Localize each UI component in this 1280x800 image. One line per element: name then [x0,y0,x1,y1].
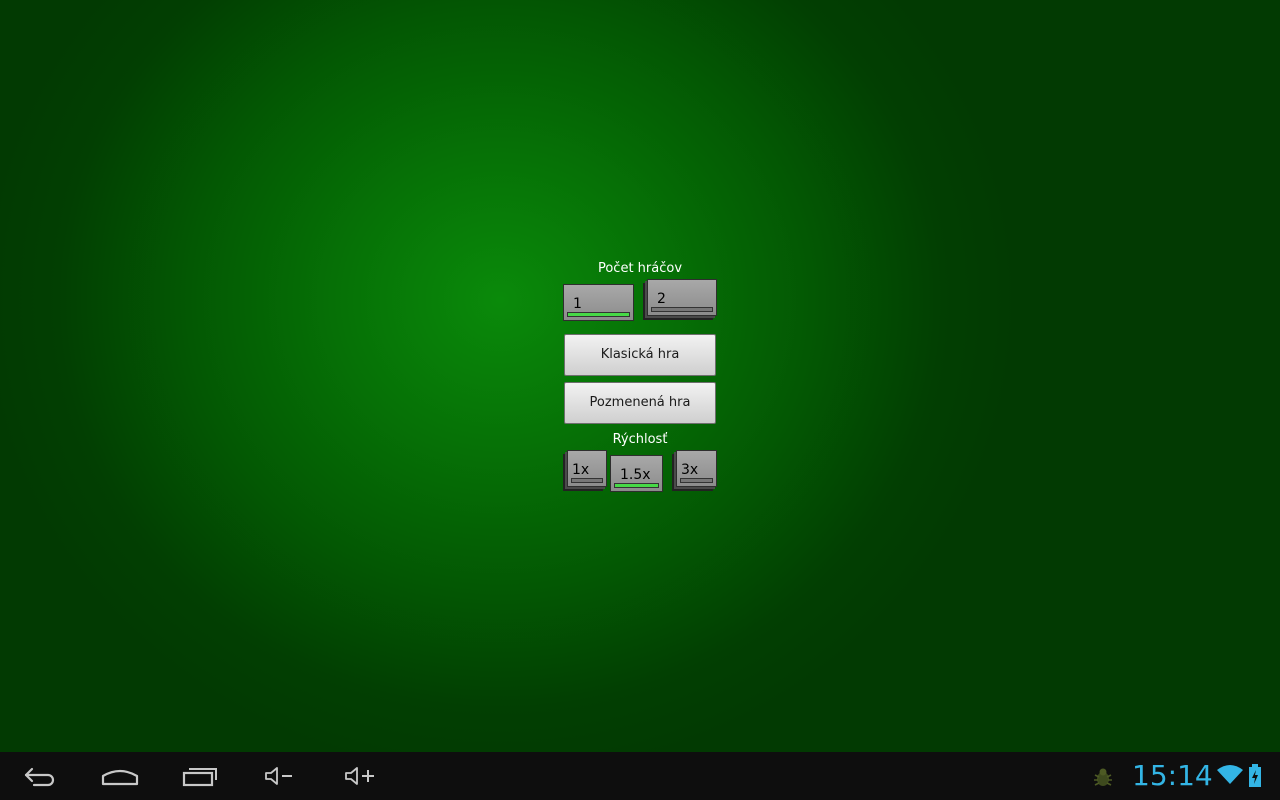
volume-up-button[interactable] [328,752,392,800]
recent-apps-button[interactable] [168,752,232,800]
speed-3x-toggle[interactable]: 3x [676,450,717,487]
speed-1-5x-label: 1.5x [620,467,651,483]
selection-indicator [567,312,630,317]
recent-apps-icon [182,768,217,787]
classic-game-button[interactable]: Klasická hra [564,334,716,376]
selection-indicator [614,483,659,488]
home-button[interactable] [88,752,152,800]
players-2-toggle[interactable]: 2 [647,279,717,316]
back-icon [24,767,55,787]
speed-3x-label: 3x [681,462,699,478]
back-button[interactable] [8,752,72,800]
game-menu-area: Počet hráčov 1 2 Klasická hra Pozmenená … [0,0,1280,752]
players-1-toggle[interactable]: 1 [563,284,634,321]
players-2-label: 2 [657,291,666,307]
battery-charging-icon [1248,764,1262,792]
selection-indicator [680,478,713,483]
home-icon [101,769,139,786]
speed-1-5x-toggle[interactable]: 1.5x [610,455,663,492]
players-count-label: Počet hráčov [597,261,683,276]
speed-label: Rýchlosť [612,432,668,447]
speed-1x-label: 1x [572,462,590,478]
wifi-icon [1216,764,1244,790]
selection-indicator [651,307,713,312]
speed-1x-toggle[interactable]: 1x [567,450,607,487]
selection-indicator [571,478,603,483]
status-clock: 15:14 [1132,759,1213,792]
volume-down-icon [265,767,292,785]
volume-up-icon [345,767,374,785]
navigation-bar: 15:14 [0,752,1280,800]
players-1-label: 1 [573,296,582,312]
modified-game-button[interactable]: Pozmenená hra [564,382,716,424]
bug-icon [1092,766,1114,792]
screen: Počet hráčov 1 2 Klasická hra Pozmenená … [0,0,1280,800]
volume-down-button[interactable] [248,752,312,800]
